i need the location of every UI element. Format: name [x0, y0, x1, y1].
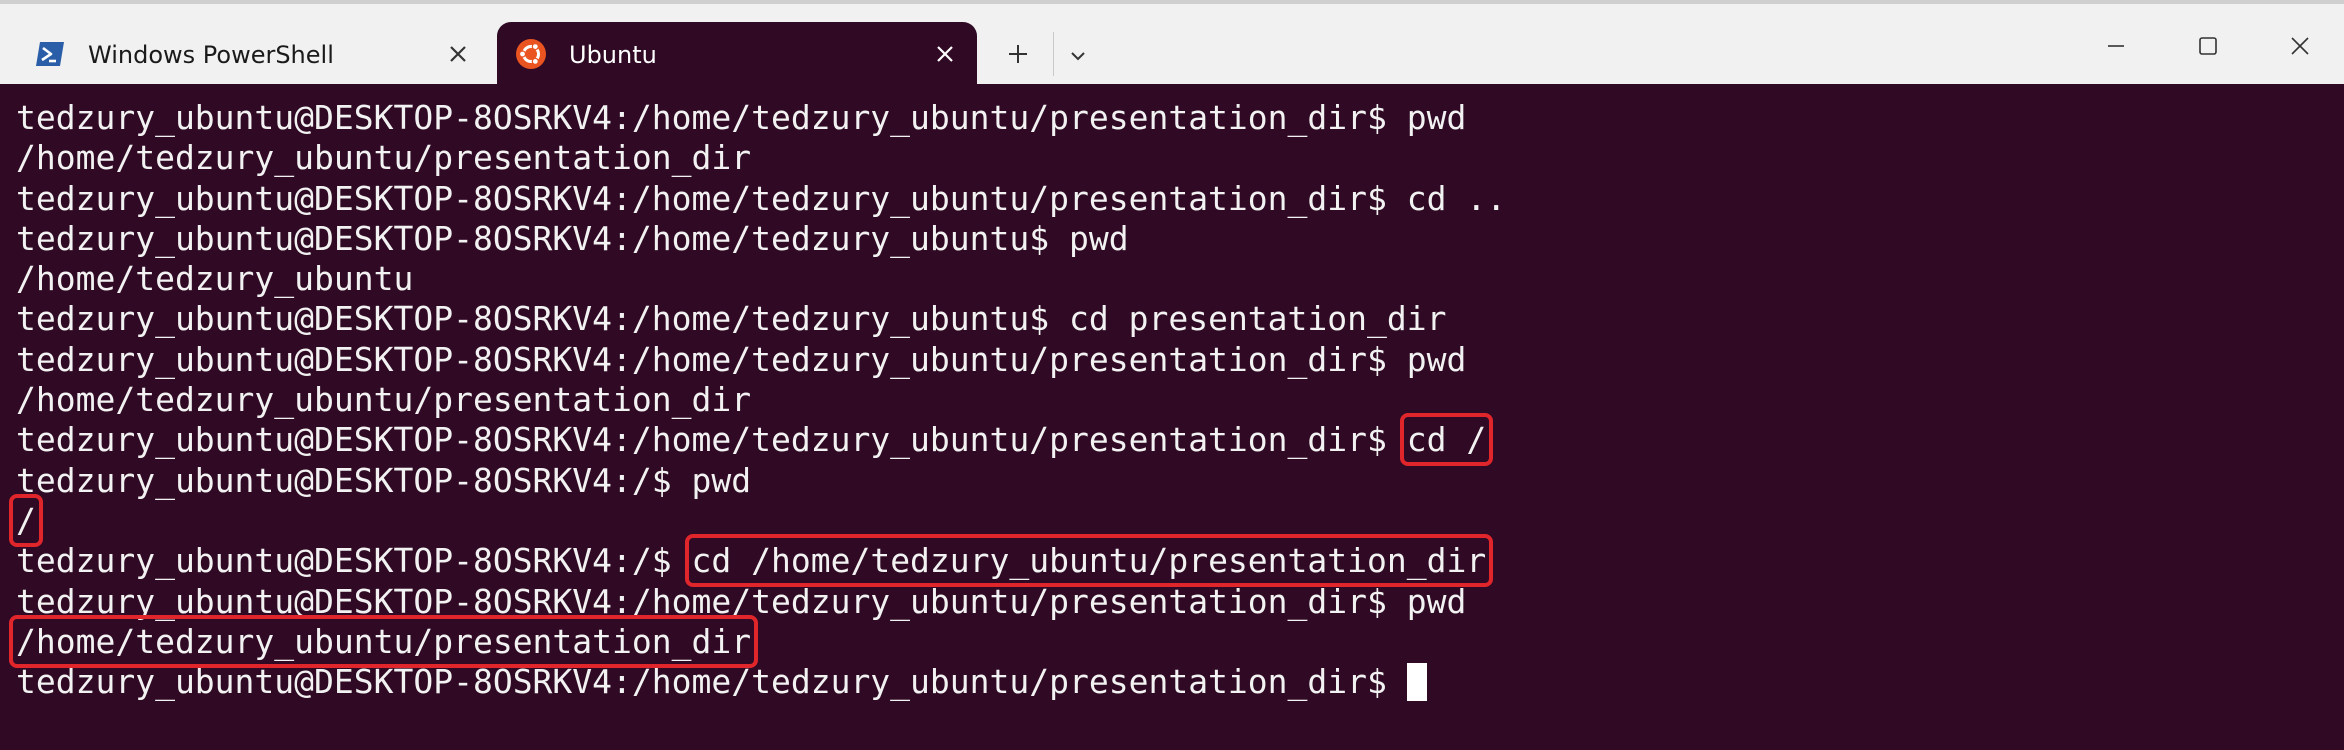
chevron-down-icon — [1071, 52, 1085, 61]
terminal-output[interactable]: tedzury_ubuntu@DESKTOP-8OSRKV4:/home/ted… — [0, 84, 2344, 750]
prompt: tedzury_ubuntu@DESKTOP-8OSRKV4:/home/ted… — [16, 178, 1407, 218]
text-cursor — [1406, 663, 1427, 702]
tab-dropdown-button[interactable] — [1058, 36, 1098, 76]
terminal-line: /home/tedzury_ubuntu — [16, 259, 2344, 299]
window-close-button[interactable] — [2270, 22, 2330, 70]
command: pwd — [1406, 98, 1467, 137]
terminal-line: tedzury_ubuntu@DESKTOP-8OSRKV4:/home/ted… — [16, 340, 2344, 380]
maximize-icon — [2199, 37, 2217, 55]
prompt: tedzury_ubuntu@DESKTOP-8OSRKV4:/home/ted… — [16, 420, 1407, 460]
terminal-line: tedzury_ubuntu@DESKTOP-8OSRKV4:/home/ted… — [16, 413, 2344, 467]
ubuntu-icon — [516, 39, 546, 69]
prompt: tedzury_ubuntu@DESKTOP-8OSRKV4:/home/ted… — [16, 299, 1069, 339]
terminal-line: tedzury_ubuntu@DESKTOP-8OSRKV4:/$ pwd — [16, 461, 2344, 501]
command: cd presentation_dir — [1069, 299, 1447, 339]
close-icon — [2291, 37, 2309, 55]
terminal-line: tedzury_ubuntu@DESKTOP-8OSRKV4:/home/ted… — [16, 179, 2344, 219]
powershell-icon — [36, 42, 64, 66]
prompt: tedzury_ubuntu@DESKTOP-8OSRKV4:/$ — [16, 541, 692, 581]
output: /home/tedzury_ubuntu/presentation_dir — [16, 380, 752, 420]
tab-divider — [1053, 32, 1054, 76]
terminal-line: tedzury_ubuntu@DESKTOP-8OSRKV4:/home/ted… — [16, 98, 2344, 138]
new-tab-button[interactable] — [998, 34, 1038, 74]
command: pwd — [691, 460, 752, 500]
prompt: tedzury_ubuntu@DESKTOP-8OSRKV4:/home/ted… — [16, 662, 1407, 702]
prompt: tedzury_ubuntu@DESKTOP-8OSRKV4:/home/ted… — [16, 339, 1407, 379]
terminal-line: /home/tedzury_ubuntu/presentation_dir — [8, 614, 2344, 668]
terminal-line: tedzury_ubuntu@DESKTOP-8OSRKV4:/home/ted… — [16, 662, 2344, 702]
prompt: tedzury_ubuntu@DESKTOP-8OSRKV4:/$ — [16, 460, 692, 500]
tab-windows-powershell[interactable]: Windows PowerShell — [10, 22, 490, 88]
prompt: tedzury_ubuntu@DESKTOP-8OSRKV4:/home/ted… — [16, 581, 1407, 621]
close-icon[interactable] — [927, 36, 963, 72]
highlighted-output: / — [9, 493, 43, 547]
terminal-line: tedzury_ubuntu@DESKTOP-8OSRKV4:/home/ted… — [16, 582, 2344, 622]
terminal-window: Windows PowerShell Ubuntu tedzury_ubuntu… — [0, 0, 2344, 750]
terminal-line: /home/tedzury_ubuntu/presentation_dir — [16, 138, 2344, 178]
tab-ubuntu[interactable]: Ubuntu — [497, 22, 977, 88]
tab-label: Windows PowerShell — [88, 41, 334, 69]
prompt: tedzury_ubuntu@DESKTOP-8OSRKV4:/home/ted… — [16, 98, 1407, 137]
command: pwd — [1406, 581, 1467, 621]
command: cd .. — [1406, 178, 1507, 218]
highlighted-command: cd /home/tedzury_ubuntu/presentation_dir — [684, 534, 1494, 588]
output: /home/tedzury_ubuntu/presentation_dir — [16, 138, 752, 178]
output: /home/tedzury_ubuntu — [16, 259, 414, 299]
command: pwd — [1069, 218, 1129, 258]
highlighted-output: /home/tedzury_ubuntu/presentation_dir — [8, 614, 759, 668]
terminal-line: tedzury_ubuntu@DESKTOP-8OSRKV4:/home/ted… — [16, 219, 2344, 259]
tab-bar: Windows PowerShell Ubuntu — [0, 0, 2344, 88]
maximize-button[interactable] — [2178, 22, 2238, 70]
command: pwd — [1406, 339, 1467, 379]
tab-label: Ubuntu — [569, 41, 657, 69]
prompt: tedzury_ubuntu@DESKTOP-8OSRKV4:/home/ted… — [16, 218, 1069, 258]
minimize-button[interactable] — [2086, 22, 2146, 70]
plus-icon — [1009, 45, 1027, 63]
highlighted-command: cd / — [1399, 413, 1494, 467]
terminal-line: / — [9, 493, 2344, 547]
terminal-line: /home/tedzury_ubuntu/presentation_dir — [16, 380, 2344, 420]
terminal-line: tedzury_ubuntu@DESKTOP-8OSRKV4:/home/ted… — [16, 299, 2344, 339]
close-icon[interactable] — [440, 36, 476, 72]
terminal-line: tedzury_ubuntu@DESKTOP-8OSRKV4:/$ cd /ho… — [16, 534, 2344, 588]
